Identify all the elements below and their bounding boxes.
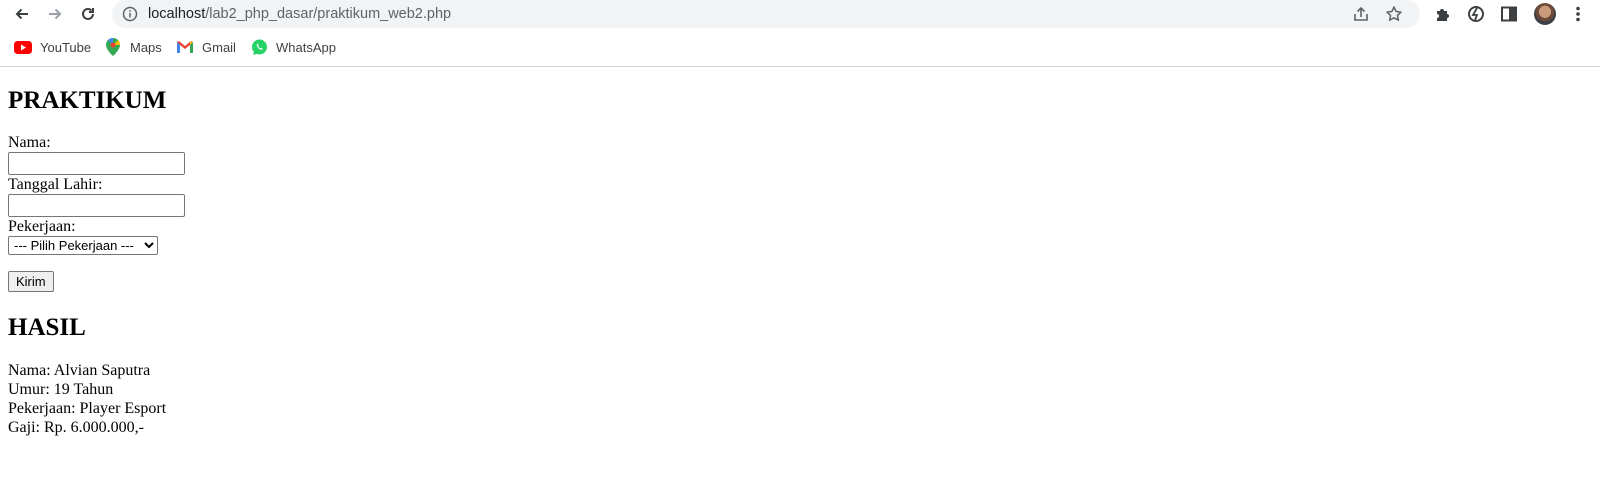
result-nama: Nama: Alvian Saputra [8,362,151,379]
bookmark-label: WhatsApp [276,39,336,55]
youtube-icon [14,38,32,56]
result-gaji: Gaji: Rp. 6.000.000,- [8,419,144,436]
share-icon[interactable] [1352,5,1370,23]
bookmarks-bar: YouTube Maps Gmail WhatsApp [0,34,1600,60]
result-title: HASIL [8,314,86,341]
site-info-icon[interactable] [122,6,138,22]
bookmark-youtube[interactable]: YouTube [14,34,91,60]
more-menu-icon[interactable] [1568,4,1588,24]
bookmark-whatsapp[interactable]: WhatsApp [250,34,336,60]
side-panel-icon[interactable] [1499,4,1519,24]
pekerjaan-label: Pekerjaan: [8,218,76,235]
page-title: PRAKTIKUM [8,87,167,114]
tanggal-lahir-label: Tanggal Lahir: [8,176,103,193]
bookmark-star-icon[interactable] [1385,5,1403,23]
reload-button[interactable] [76,2,100,26]
nama-input[interactable] [8,152,185,175]
gmail-icon [176,38,194,56]
extension-icon[interactable] [1466,4,1486,24]
address-bar[interactable]: localhost/lab2_php_dasar/praktikum_web2.… [112,0,1420,28]
forward-button[interactable] [43,2,67,26]
extensions-puzzle-icon[interactable] [1433,4,1453,24]
back-button[interactable] [10,2,34,26]
praktikum-form: Nama: Tanggal Lahir: Pekerjaan: --- Pili… [8,133,185,255]
pekerjaan-select[interactable]: --- Pilih Pekerjaan --- [8,236,158,255]
url-text[interactable]: localhost/lab2_php_dasar/praktikum_web2.… [148,6,451,22]
forward-arrow-icon [49,8,62,20]
chrome-divider [0,66,1600,67]
maps-icon [104,38,122,56]
result-umur: Umur: 19 Tahun [8,381,114,398]
whatsapp-icon [250,38,268,56]
nama-label: Nama: [8,134,51,151]
result-pekerjaan: Pekerjaan: Player Esport [8,400,167,417]
kirim-button[interactable]: Kirim [8,271,54,292]
bookmark-maps[interactable]: Maps [104,34,162,60]
bookmark-label: YouTube [40,39,92,55]
browser-toolbar: localhost/lab2_php_dasar/praktikum_web2.… [0,0,1600,28]
back-arrow-icon [15,8,28,20]
tanggal-lahir-input[interactable] [8,194,185,217]
result-block: Nama: Alvian Saputra Umur: 19 Tahun Peke… [8,361,166,437]
url-path: /lab2_php_dasar/praktikum_web2.php [205,6,452,22]
bookmark-gmail[interactable]: Gmail [176,34,236,60]
bookmark-label: Maps [130,39,162,55]
url-host: localhost [148,6,206,22]
reload-icon [82,7,94,20]
profile-avatar[interactable] [1534,3,1556,25]
bookmark-label: Gmail [202,39,236,55]
